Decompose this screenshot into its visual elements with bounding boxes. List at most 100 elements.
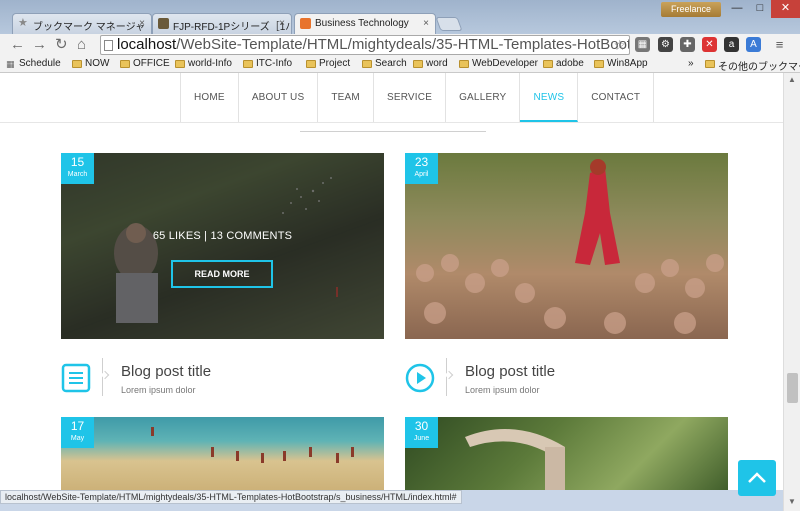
main-navigation: HOME ABOUT US TEAM SERVICE GALLERY NEWS …	[180, 73, 655, 122]
page-viewport: HOME ABOUT US TEAM SERVICE GALLERY NEWS …	[0, 73, 783, 490]
status-bar-url: localhost/WebSite-Template/HTML/mightyde…	[0, 490, 462, 504]
minimize-button[interactable]: —	[725, 0, 749, 18]
date-month: March	[67, 171, 88, 178]
date-badge: 17 May	[61, 417, 94, 448]
nav-gallery[interactable]: GALLERY	[446, 73, 521, 122]
translate-icon[interactable]: A	[746, 37, 761, 52]
bookmark-now[interactable]: NOW	[72, 58, 109, 69]
section-divider	[300, 131, 486, 132]
folder-icon	[413, 60, 423, 68]
forest-photo	[465, 429, 565, 490]
blog-image-golf[interactable]: 15 March 65 LIKES | 13 COMMENTS READ MOR…	[61, 153, 384, 339]
bookmark-word[interactable]: word	[413, 58, 448, 69]
extension-icon[interactable]: ▦	[635, 37, 650, 52]
vertical-scrollbar[interactable]: ▲ ▼	[783, 73, 800, 511]
nav-home[interactable]: HOME	[181, 73, 239, 122]
bookmark-search[interactable]: Search	[362, 58, 407, 69]
list-icon	[61, 363, 91, 393]
date-badge: 15 March	[61, 153, 94, 184]
apps-icon: ▦	[6, 59, 15, 69]
scroll-up-arrow-icon[interactable]: ▲	[788, 75, 796, 84]
folder-icon	[306, 60, 316, 68]
post-subtitle: Lorem ipsum dolor	[121, 385, 196, 395]
close-tab-icon[interactable]: ×	[423, 18, 429, 29]
nav-contact[interactable]: CONTACT	[578, 73, 655, 122]
date-day: 23	[414, 155, 429, 169]
bookmark-win8app[interactable]: Win8App	[594, 58, 648, 69]
nav-about-us[interactable]: ABOUT US	[239, 73, 319, 122]
address-bar[interactable]: localhost/WebSite-Template/HTML/mightyde…	[100, 35, 630, 55]
back-arrow-icon[interactable]: ←	[10, 36, 25, 54]
profile-badge[interactable]: Freelance	[661, 2, 721, 17]
url-host: localhost	[117, 36, 177, 53]
beach-photo	[151, 427, 354, 463]
blog-post-2: Blog post title Lorem ipsum dolor	[405, 358, 728, 403]
blog-image-forest[interactable]: 30 June	[405, 417, 728, 490]
chevron-up-icon	[748, 472, 766, 483]
date-badge: 30 June	[405, 417, 438, 448]
new-tab-button[interactable]	[435, 17, 463, 31]
nav-team[interactable]: TEAM	[318, 73, 374, 122]
date-day: 17	[70, 419, 85, 433]
reload-icon[interactable]: ↻	[55, 36, 68, 54]
date-badge: 23 April	[405, 153, 438, 184]
window-titlebar: ★ ブックマーク マネージャ × FJP-RFD-1Pシリーズ［1バ × Bus…	[0, 0, 800, 34]
folder-icon	[459, 60, 469, 68]
tab-label: FJP-RFD-1Pシリーズ［1バ	[173, 22, 292, 33]
tab-bookmark-manager[interactable]: ★ ブックマーク マネージャ ×	[12, 13, 152, 34]
home-icon[interactable]: ⌂	[77, 36, 86, 54]
star-icon: ★	[18, 17, 28, 29]
close-tab-icon[interactable]: ×	[279, 18, 285, 29]
bookmark-adobe[interactable]: adobe	[543, 58, 584, 69]
amazon-icon[interactable]: a	[724, 37, 739, 52]
nav-service[interactable]: SERVICE	[374, 73, 447, 122]
bookmark-webdeveloper[interactable]: WebDeveloper	[459, 58, 538, 69]
date-month: June	[413, 435, 430, 442]
post-title[interactable]: Blog post title	[465, 363, 555, 380]
folder-icon	[543, 60, 553, 68]
post-title[interactable]: Blog post title	[121, 363, 211, 380]
nav-news[interactable]: NEWS	[520, 73, 579, 122]
blog-image-concert[interactable]: 23 April	[405, 153, 728, 339]
close-window-button[interactable]: ✕	[771, 0, 800, 18]
bookmark-project[interactable]: Project	[306, 58, 350, 69]
post-separator	[102, 358, 103, 396]
bookmark-office[interactable]: OFFICE	[120, 58, 170, 69]
folder-icon	[72, 60, 82, 68]
date-month: May	[70, 435, 85, 442]
blog-image-beach[interactable]: 17 May	[61, 417, 384, 490]
browser-toolbar: ← → ↻ ⌂ localhost/WebSite-Template/HTML/…	[0, 34, 800, 56]
menu-icon[interactable]: ≡	[772, 37, 787, 52]
scroll-to-top-button[interactable]	[738, 460, 776, 496]
blog-post-1: Blog post title Lorem ipsum dolor	[61, 358, 384, 403]
bookmarks-bar: ▦ Schedule NOW OFFICE world-Info ITC-Info…	[0, 56, 800, 73]
nav-divider	[0, 122, 783, 123]
concert-photo	[416, 159, 724, 334]
other-bookmarks[interactable]: その他のブックマーク	[705, 58, 800, 73]
page-icon	[104, 40, 113, 51]
folder-icon	[243, 60, 253, 68]
read-more-button[interactable]: READ MORE	[171, 260, 273, 288]
bookmark-star-icon[interactable]: ☆	[613, 36, 626, 54]
puzzle-icon[interactable]: ✚	[680, 37, 695, 52]
gear-icon[interactable]: ⚙	[658, 37, 673, 52]
tab-fjp-rfd[interactable]: FJP-RFD-1Pシリーズ［1バ ×	[152, 13, 292, 34]
forward-arrow-icon[interactable]: →	[32, 36, 47, 54]
folder-icon	[120, 60, 130, 68]
folder-icon	[175, 60, 185, 68]
stop-icon[interactable]: ✕	[702, 37, 717, 52]
tab-business-technology[interactable]: Business Technology ×	[294, 13, 436, 34]
scrollbar-thumb[interactable]	[787, 373, 798, 403]
bookmark-schedule[interactable]: ▦ Schedule	[6, 58, 61, 69]
play-icon	[405, 363, 435, 393]
tab-label: Business Technology	[315, 18, 409, 29]
bookmark-world-info[interactable]: world-Info	[175, 58, 232, 69]
scroll-down-arrow-icon[interactable]: ▼	[788, 497, 796, 506]
bookmark-itc-info[interactable]: ITC-Info	[243, 58, 292, 69]
bookmarks-overflow-chevron[interactable]: »	[688, 58, 694, 69]
date-month: April	[414, 171, 429, 178]
page-favicon-icon	[158, 18, 169, 29]
maximize-button[interactable]: □	[749, 0, 771, 18]
close-tab-icon[interactable]: ×	[139, 18, 145, 29]
folder-icon	[362, 60, 372, 68]
